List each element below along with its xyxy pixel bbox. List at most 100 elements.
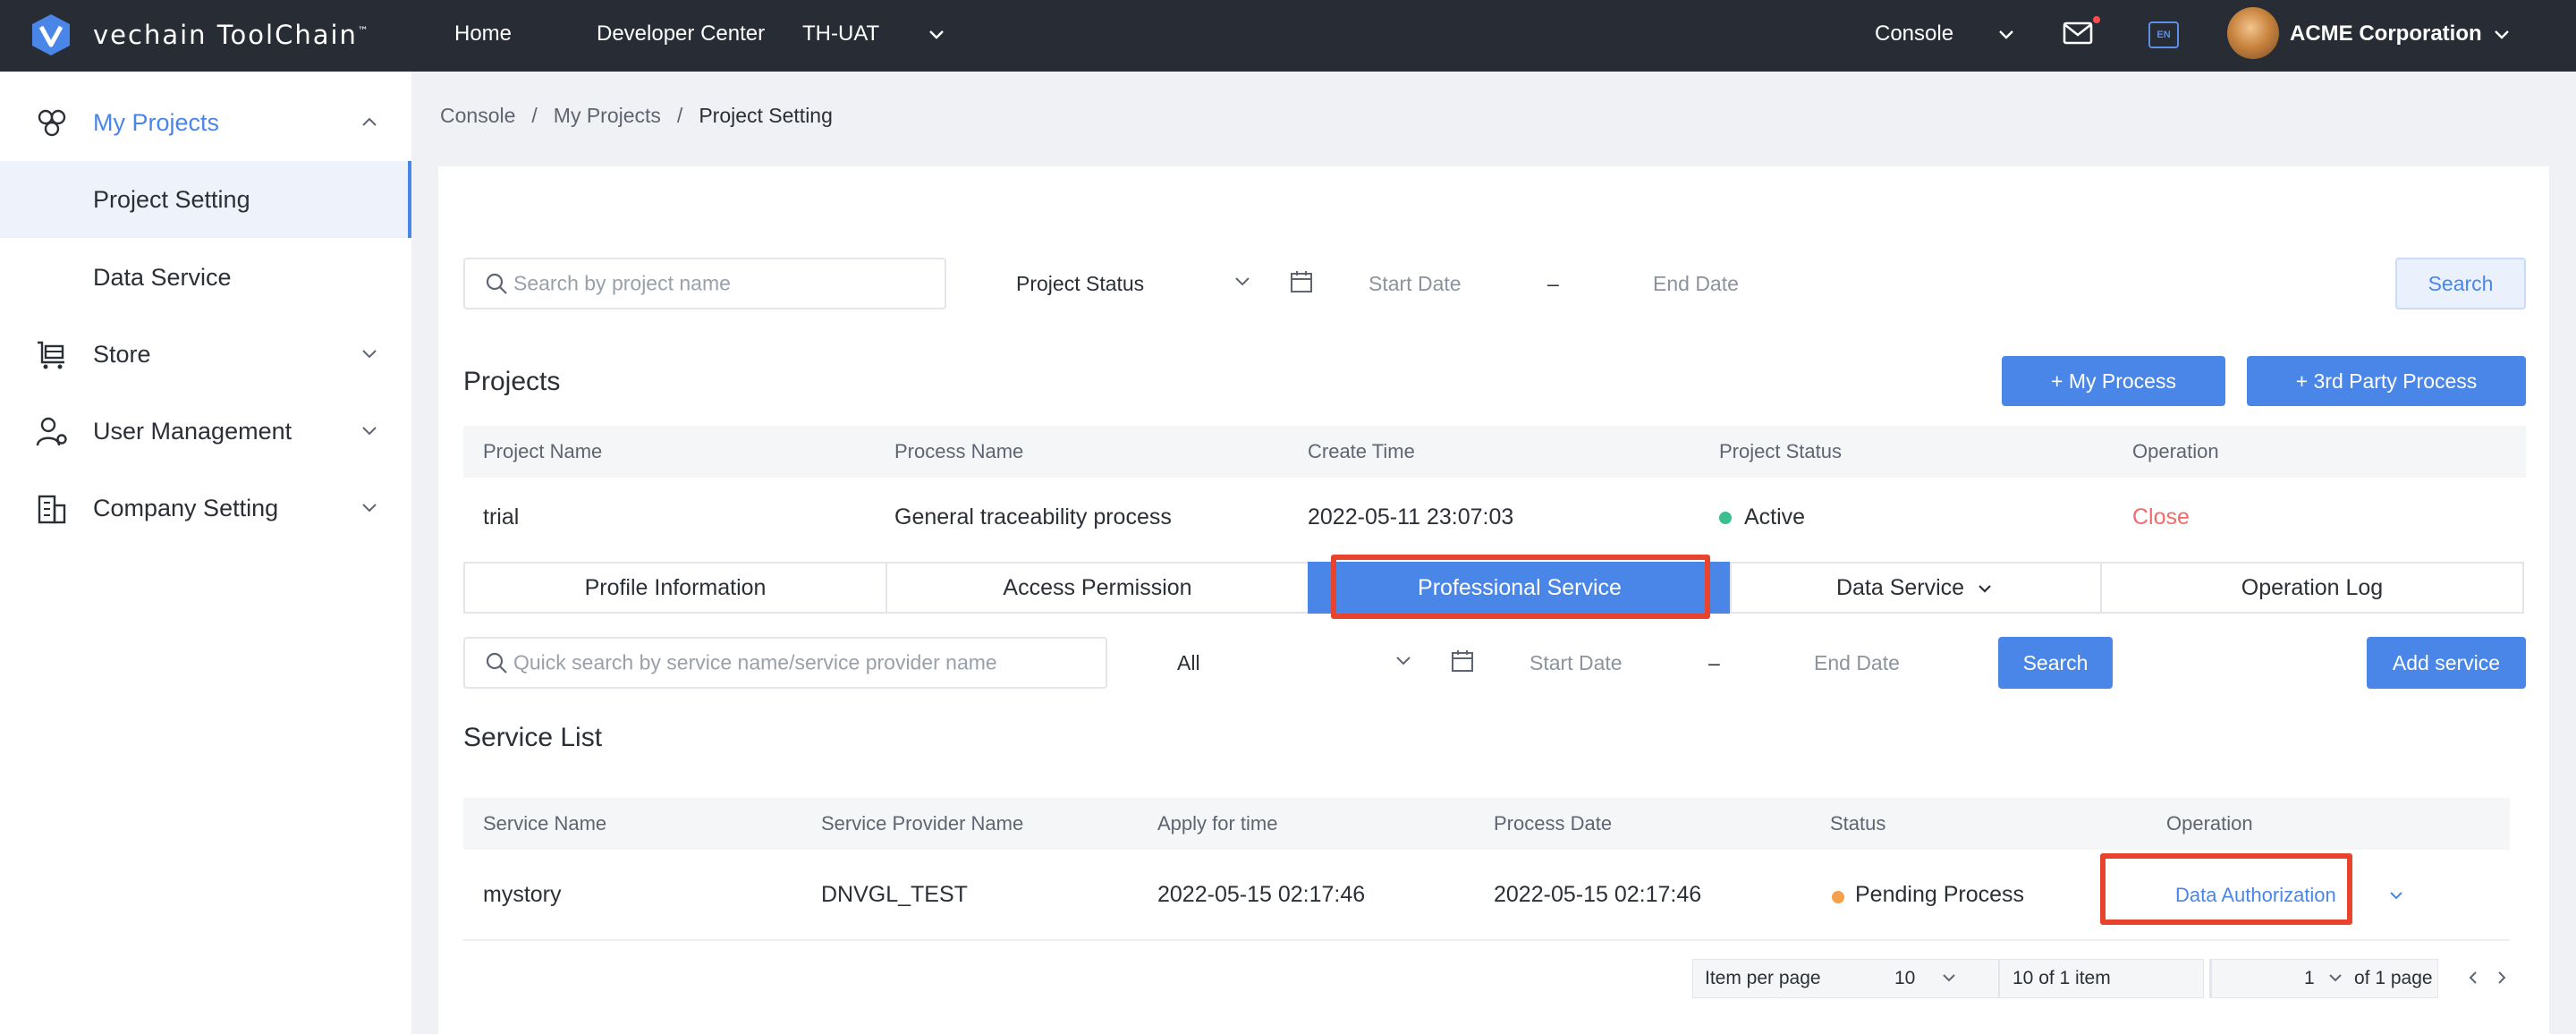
date-range-separator: –	[1547, 272, 1559, 295]
create-time: 2022-05-11 23:07:03	[1308, 504, 1514, 530]
chevron-down-icon[interactable]	[1390, 648, 1417, 674]
projects-panel: Search by project name Project Status St…	[438, 166, 2549, 587]
search-button[interactable]: Search	[2395, 258, 2526, 309]
nav-home[interactable]: Home	[454, 21, 512, 47]
per-page-select[interactable]: 10	[1894, 968, 1915, 989]
tab-profile-information[interactable]: Profile Information	[463, 562, 887, 614]
service-start-date-field[interactable]: Start Date	[1530, 651, 1623, 675]
chevron-right-icon[interactable]	[2492, 968, 2512, 987]
column-header: Service Name	[483, 812, 607, 835]
avatar[interactable]	[2227, 7, 2279, 59]
top-navigation-bar: vechain ToolChain™ Home Developer Center…	[0, 0, 2576, 72]
sidebar-item-user-management[interactable]: User Management	[0, 393, 411, 470]
tab-data-service[interactable]: Data Service	[1730, 562, 2102, 614]
sidebar-item-store[interactable]: Store	[0, 316, 411, 393]
nav-developer-center[interactable]: Developer Center	[597, 21, 765, 47]
data-authorization-link[interactable]: Data Authorization	[2175, 884, 2336, 907]
column-header: Apply for time	[1157, 812, 1278, 835]
sidebar-item-my-projects[interactable]: My Projects	[0, 84, 411, 161]
sidebar-item-label: User Management	[93, 418, 292, 445]
chevron-down-icon	[1979, 585, 1991, 593]
notification-dot	[2093, 16, 2100, 23]
sidebar-item-project-setting[interactable]: Project Setting	[0, 161, 411, 238]
process-date: 2022-05-15 02:17:46	[1494, 882, 1702, 907]
language-toggle[interactable]: EN	[2148, 21, 2179, 48]
breadcrumb-console[interactable]: Console	[440, 104, 515, 127]
add-my-process-button[interactable]: + My Process	[2002, 356, 2225, 406]
column-header: Project Name	[483, 440, 603, 462]
chevron-down-icon[interactable]	[2488, 21, 2515, 48]
tab-operation-log[interactable]: Operation Log	[2100, 562, 2524, 614]
per-page-label: Item per page	[1705, 968, 1821, 988]
store-cart-icon	[38, 341, 64, 369]
sidebar-item-label: My Projects	[93, 109, 220, 136]
chevron-down-icon[interactable]	[923, 21, 950, 48]
service-search-input[interactable]: Quick search by service name/service pro…	[463, 637, 1107, 689]
page-count: of 1 page	[2354, 968, 2433, 988]
close-project-link[interactable]: Close	[2132, 504, 2190, 530]
service-type-select[interactable]: All	[1177, 651, 1200, 675]
column-header: Project Status	[1719, 440, 1842, 462]
breadcrumb: Console / My Projects / Project Setting	[440, 104, 833, 127]
chevron-up-icon	[362, 117, 377, 126]
sidebar-item-data-service[interactable]: Data Service	[0, 239, 411, 316]
chevron-down-icon[interactable]	[1993, 21, 2020, 48]
main-content: Console / My Projects / Project Setting Sear…	[411, 72, 2576, 1034]
pagination-summary: 10 of 1 item	[2012, 968, 2111, 988]
divider	[1998, 959, 2000, 998]
service-provider-name: DNVGL_TEST	[821, 882, 968, 907]
projects-table-header: Project Name Process Name Create Time Pr…	[463, 426, 2526, 478]
page-select[interactable]: 1	[2304, 968, 2315, 989]
calendar-icon[interactable]	[1451, 649, 1474, 673]
search-icon	[486, 273, 507, 294]
chevron-down-icon[interactable]	[1229, 268, 1256, 295]
status-badge: Active	[1744, 504, 1806, 530]
chevron-down-icon	[362, 350, 377, 359]
project-search-input[interactable]: Search by project name	[463, 258, 946, 309]
sidebar: My Projects Project Setting Data Service…	[0, 72, 411, 1034]
chevron-down-icon[interactable]	[1937, 966, 1961, 989]
calendar-icon[interactable]	[1290, 270, 1313, 293]
sidebar-item-label: Store	[93, 341, 151, 368]
service-name: mystory	[483, 882, 562, 907]
mail-icon[interactable]	[2063, 20, 2093, 47]
sidebar-item-label: Project Setting	[93, 186, 250, 213]
service-end-date-field[interactable]: End Date	[1814, 651, 1900, 675]
breadcrumb-my-projects[interactable]: My Projects	[554, 104, 661, 127]
end-date-field[interactable]: End Date	[1653, 272, 1739, 296]
building-icon	[38, 495, 66, 524]
chevron-down-icon[interactable]	[2385, 884, 2408, 907]
service-search-button[interactable]: Search	[1998, 637, 2113, 689]
add-third-party-process-button[interactable]: + 3rd Party Process	[2247, 356, 2526, 406]
chevron-down-icon	[362, 427, 377, 436]
column-header: Process Name	[894, 440, 1024, 462]
add-service-button[interactable]: Add service	[2367, 637, 2526, 689]
table-row: mystory DNVGL_TEST 2022-05-15 02:17:46 2…	[463, 850, 2510, 941]
apply-time: 2022-05-15 02:17:46	[1157, 882, 1366, 907]
column-header: Create Time	[1308, 440, 1415, 462]
nav-environment[interactable]: TH-UAT	[802, 21, 879, 47]
projects-title: Projects	[463, 367, 561, 396]
status-badge: Pending Process	[1855, 882, 2025, 907]
column-header: Service Provider Name	[821, 812, 1024, 835]
process-name: General traceability process	[894, 504, 1172, 530]
console-menu[interactable]: Console	[1875, 21, 1953, 47]
column-header: Operation	[2132, 440, 2219, 462]
tab-access-permission[interactable]: Access Permission	[886, 562, 1309, 614]
search-icon	[486, 652, 507, 674]
start-date-field[interactable]: Start Date	[1368, 272, 1462, 296]
project-status-select[interactable]: Project Status	[1016, 272, 1144, 296]
sidebar-item-company-setting[interactable]: Company Setting	[0, 470, 411, 547]
status-dot	[1719, 512, 1732, 524]
chevron-down-icon[interactable]	[2324, 966, 2347, 989]
project-name: trial	[483, 504, 520, 530]
sidebar-item-label: Company Setting	[93, 495, 279, 521]
chevron-left-icon[interactable]	[2463, 968, 2483, 987]
sidebar-item-label: Data Service	[93, 264, 232, 291]
tab-label: Data Service	[1835, 575, 1965, 600]
date-range-separator: –	[1708, 651, 1720, 674]
column-header: Operation	[2166, 812, 2253, 835]
vechain-logo-icon[interactable]	[30, 13, 72, 57]
company-name[interactable]: ACME Corporation	[2290, 21, 2482, 47]
tab-professional-service[interactable]: Professional Service	[1308, 562, 1732, 614]
